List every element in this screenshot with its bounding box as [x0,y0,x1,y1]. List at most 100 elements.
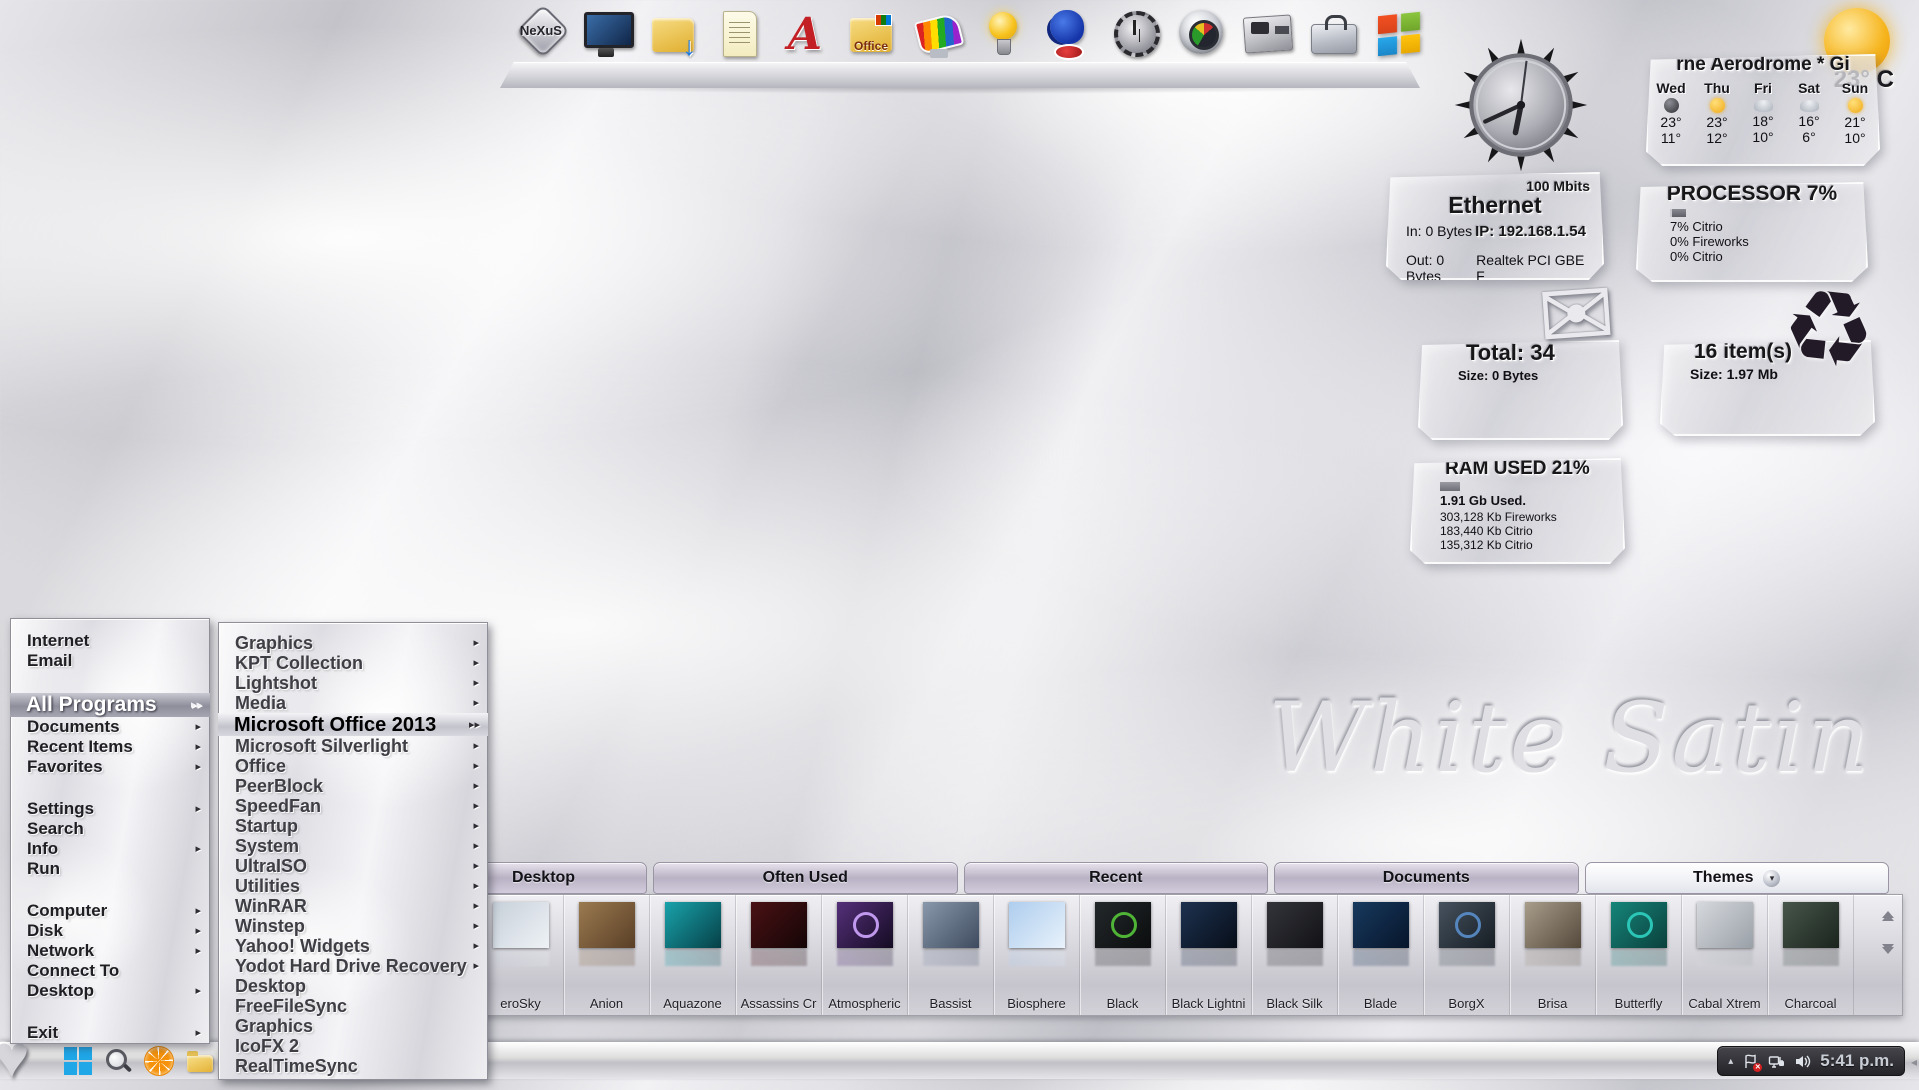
menu-item-search[interactable]: Search [11,819,209,839]
sonic-icon[interactable] [1040,6,1098,62]
recycle-icon[interactable]: ♻ [1777,273,1881,386]
menu-item-yodot-hard-drive-recovery[interactable]: Yodot Hard Drive Recovery▸ [219,956,487,976]
tab-recent[interactable]: Recent [964,862,1269,894]
menu-item-speedfan[interactable]: SpeedFan▸ [219,796,487,816]
menu-item-system[interactable]: System▸ [219,836,487,856]
menu-item-realtimesync[interactable]: RealTimeSync [219,1056,487,1076]
theme-item-anion[interactable]: Anion [564,895,650,1015]
notes-document-icon[interactable] [710,6,768,62]
weather-widget[interactable]: 23° C rne Aerodrome * Gi Wed23°11°Thu23°… [1642,6,1900,158]
theme-item-assassins-cr[interactable]: Assassins Cr [736,895,822,1015]
submenu-arrow-icon: ▸ [473,856,479,876]
menu-item-winstep[interactable]: Winstep▸ [219,916,487,936]
envelope-icon[interactable]: ✉ [1535,267,1618,364]
menu-item-internet[interactable]: Internet [11,631,209,651]
ram-widget[interactable]: RAM USED 21% 1.91 Gb Used. 303,128 Kb Fi… [1410,450,1625,556]
menu-item-freefilesync[interactable]: FreeFileSync [219,996,487,1016]
menu-item-disk[interactable]: Disk▸ [11,921,209,941]
color-swatches-icon[interactable] [908,6,966,62]
menu-item-yahoo-widgets[interactable]: Yahoo! Widgets▸ [219,936,487,956]
windows-icon[interactable] [1370,6,1428,62]
printer-icon[interactable] [1238,6,1296,62]
menu-item-settings[interactable]: Settings▸ [11,799,209,819]
theme-item-black-lightni[interactable]: Black Lightni [1166,895,1252,1015]
menu-item-graphics[interactable]: Graphics [219,1016,487,1036]
menu-item-run[interactable]: Run [11,859,209,879]
action-center-flag-icon[interactable]: ✕ [1742,1053,1759,1070]
tab-themes[interactable]: Themes▾ [1585,862,1890,894]
menu-item-computer[interactable]: Computer▸ [11,901,209,921]
office-icon[interactable]: Office [842,6,900,62]
theme-item-borgx[interactable]: BorgX [1424,895,1510,1015]
menu-item-label: Computer [27,901,107,921]
file-explorer-icon[interactable] [186,1047,214,1075]
theme-item-atmospheric[interactable]: Atmospheric [822,895,908,1015]
adobe-reader-icon[interactable] [776,6,834,62]
computer-icon[interactable] [578,6,636,62]
theme-item-aquazone[interactable]: Aquazone [650,895,736,1015]
analog-clock-widget[interactable] [1452,36,1590,174]
cpu-widget[interactable]: PROCESSOR 7% 7% Citrio0% Fireworks0% Cit… [1636,174,1868,274]
menu-item-label: Microsoft Office 2013 [234,715,436,735]
windows-taskbar-icon[interactable] [64,1047,92,1075]
theme-item-erosky[interactable]: eroSky [478,895,564,1015]
menu-item-all-programs[interactable]: All Programs▸▸ [10,693,210,717]
citrio-browser-icon[interactable] [144,1046,174,1076]
scroll-up-icon[interactable] [1882,911,1894,918]
network-widget[interactable]: 100 Mbits Ethernet In: 0 Bytes IP: 192.1… [1386,172,1604,280]
menu-item-connect-to[interactable]: Connect To [11,961,209,981]
menu-item-graphics[interactable]: Graphics▸ [219,633,487,653]
menu-item-office[interactable]: Office▸ [219,756,487,776]
menu-item-desktop[interactable]: Desktop [219,976,487,996]
theme-thumbnail [751,902,807,948]
menu-item-ultraiso[interactable]: UltraISO▸ [219,856,487,876]
tab-often-used[interactable]: Often Used [653,862,958,894]
menu-item-microsoft-silverlight[interactable]: Microsoft Silverlight▸ [219,736,487,756]
menu-item-lightshot[interactable]: Lightshot▸ [219,673,487,693]
submenu-arrow-icon: ▸ [473,756,479,776]
menu-item-exit[interactable]: Exit▸ [11,1023,209,1043]
toolbox-icon[interactable] [1304,6,1362,62]
ideas-bulb-icon[interactable] [974,6,1032,62]
downloads-folder-icon[interactable] [644,6,702,62]
theme-item-cabal-xtrem[interactable]: Cabal Xtrem [1682,895,1768,1015]
nexus-icon[interactable]: NeXuS [512,6,570,62]
menu-item-network[interactable]: Network▸ [11,941,209,961]
search-icon[interactable] [104,1047,132,1075]
theme-item-black[interactable]: Black [1080,895,1166,1015]
speaker-icon[interactable] [1794,1053,1811,1070]
menu-item-label: Yahoo! Widgets [235,936,370,956]
menu-item-info[interactable]: Info▸ [11,839,209,859]
menu-item-peerblock[interactable]: PeerBlock▸ [219,776,487,796]
speedometer-orb-icon[interactable] [1172,6,1230,62]
menu-item-email[interactable]: Email [11,651,209,671]
tab-label: Often Used [763,869,848,887]
menu-item-winrar[interactable]: WinRAR▸ [219,896,487,916]
menu-item-startup[interactable]: Startup▸ [219,816,487,836]
menu-item-utilities[interactable]: Utilities▸ [219,876,487,896]
theme-item-biosphere[interactable]: Biosphere [994,895,1080,1015]
menu-item-documents[interactable]: Documents▸ [11,717,209,737]
theme-item-charcoal[interactable]: Charcoal [1768,895,1854,1015]
menu-item-favorites[interactable]: Favorites▸ [11,757,209,777]
theme-item-blade[interactable]: Blade [1338,895,1424,1015]
clock-time[interactable]: 5:41 p.m. [1820,1051,1894,1071]
taskbar-edge-arrow-icon[interactable]: ◂ [1911,1055,1917,1069]
weather-low: 11° [1651,130,1691,146]
clock-gear-icon[interactable] [1106,6,1164,62]
theme-item-bassist[interactable]: Bassist [908,895,994,1015]
menu-item-label: Search [27,819,84,839]
menu-item-kpt-collection[interactable]: KPT Collection▸ [219,653,487,673]
theme-item-brisa[interactable]: Brisa [1510,895,1596,1015]
network-tray-icon[interactable] [1768,1053,1785,1070]
theme-item-butterfly[interactable]: Butterfly [1596,895,1682,1015]
hidden-icons-chevron-icon[interactable]: ▴ [1728,1056,1733,1067]
menu-item-icofx-2[interactable]: IcoFX 2 [219,1036,487,1056]
theme-item-black-silk[interactable]: Black Silk [1252,895,1338,1015]
menu-item-desktop[interactable]: Desktop▸ [11,981,209,1001]
menu-item-microsoft-office-2013[interactable]: Microsoft Office 2013▸▸ [218,713,488,736]
menu-item-media[interactable]: Media▸ [219,693,487,713]
menu-item-recent-items[interactable]: Recent Items▸ [11,737,209,757]
scroll-down-icon[interactable] [1882,947,1894,954]
tab-documents[interactable]: Documents [1274,862,1579,894]
